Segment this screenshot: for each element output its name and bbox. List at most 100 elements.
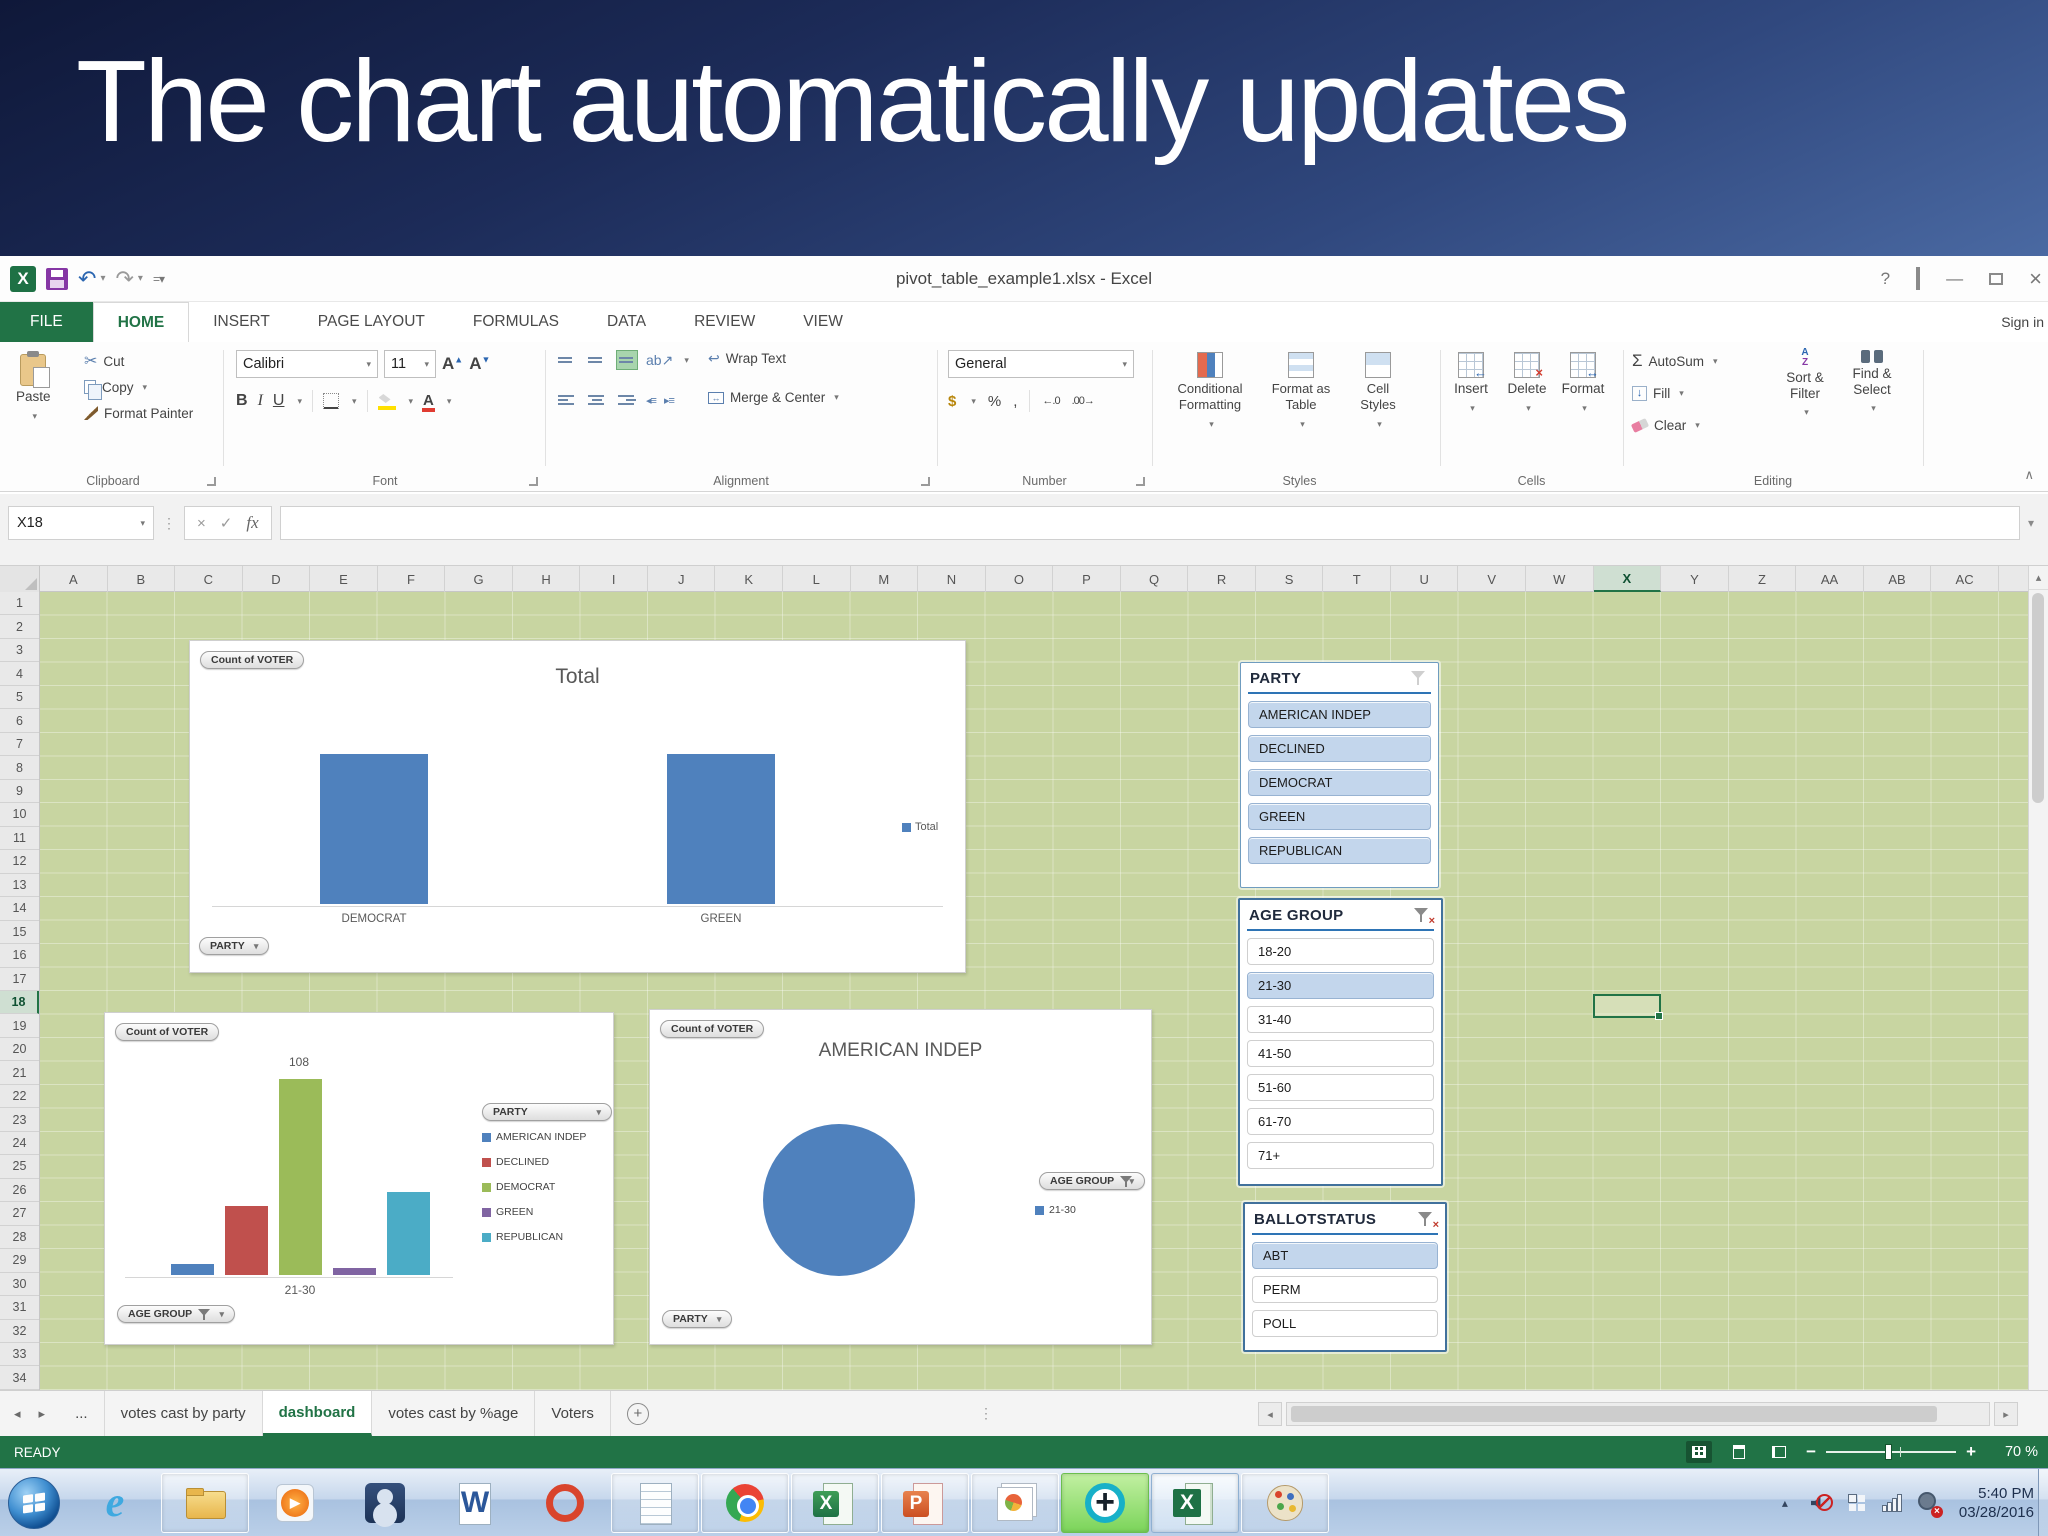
name-box-splitter[interactable]: ⋮ <box>162 515 176 532</box>
pivot-axis-button-party[interactable]: PARTY ▾ <box>662 1310 733 1328</box>
taskbar-paint[interactable] <box>1241 1472 1329 1533</box>
clipboard-dialog-launcher-icon[interactable] <box>207 477 216 486</box>
pivot-filter-button-age-group[interactable]: AGE GROUP ▾ <box>1039 1172 1145 1190</box>
increase-decimal-button[interactable]: ←.0 <box>1042 395 1060 407</box>
clear-filter-icon[interactable] <box>1411 671 1429 686</box>
taskbar-clock[interactable]: 5:40 PM 03/28/2016 <box>1959 1484 2034 1522</box>
merge-center-button[interactable]: ↔ Merge & Center ▾ <box>708 390 839 405</box>
worksheet-grid[interactable]: Count of VOTER Total DEMOCRAT GREEN Total… <box>40 592 2028 1390</box>
increase-font-size-button[interactable]: A▲ <box>442 354 463 374</box>
ribbon-tab-insert[interactable]: INSERT <box>189 302 294 342</box>
excel-logo-icon[interactable]: X <box>10 265 36 292</box>
pivot-axis-button-age-group[interactable]: AGE GROUP ▾ <box>117 1305 235 1323</box>
ribbon-tab-formulas[interactable]: FORMULAS <box>449 302 583 342</box>
cancel-icon[interactable]: × <box>197 515 206 532</box>
column-header-Z[interactable]: Z <box>1729 566 1797 592</box>
format-painter-button[interactable]: Format Painter <box>84 400 193 426</box>
column-header-G[interactable]: G <box>445 566 513 592</box>
conditional-formatting-button[interactable]: Conditional Formatting ▾ <box>1162 348 1258 492</box>
row-header-3[interactable]: 3 <box>0 639 39 663</box>
slicer-item-18-20[interactable]: 18-20 <box>1247 938 1434 965</box>
row-header-16[interactable]: 16 <box>0 944 39 968</box>
percent-style-button[interactable]: % <box>988 393 1001 410</box>
taskbar-capture-plus[interactable] <box>1061 1472 1149 1533</box>
alignment-dialog-launcher-icon[interactable] <box>921 477 930 486</box>
pivot-legend-button-party[interactable]: PARTY ▾ <box>482 1103 612 1121</box>
row-header-33[interactable]: 33 <box>0 1343 39 1367</box>
taskbar-photo-viewer[interactable] <box>971 1472 1059 1533</box>
pivot-field-button-count-of-voter[interactable]: Count of VOTER <box>660 1020 765 1038</box>
ribbon-tab-data[interactable]: DATA <box>583 302 670 342</box>
redo-icon[interactable]: ↷ <box>115 267 133 289</box>
column-header-K[interactable]: K <box>715 566 784 592</box>
chart-count-by-party[interactable]: Count of VOTER 108 21-30 PARTY ▾ AMERICAN… <box>104 1012 614 1345</box>
collapse-ribbon-icon[interactable]: ∧ <box>2024 467 2034 483</box>
row-header-34[interactable]: 34 <box>0 1366 39 1390</box>
paste-dropdown-icon[interactable]: ▾ <box>33 408 38 424</box>
row-header-18[interactable]: 18 <box>0 990 39 1015</box>
zoom-in-button[interactable]: + <box>1966 1442 1976 1462</box>
underline-button[interactable]: U <box>273 392 285 410</box>
row-header-6[interactable]: 6 <box>0 709 39 733</box>
paste-button[interactable]: Paste ▾ <box>12 350 55 428</box>
orientation-button[interactable]: ab↗ <box>646 352 673 369</box>
row-header-26[interactable]: 26 <box>0 1179 39 1203</box>
sheet-nav-next-icon[interactable]: ▸ <box>39 1406 46 1422</box>
zoom-out-button[interactable]: − <box>1806 1442 1816 1462</box>
row-header-12[interactable]: 12 <box>0 850 39 874</box>
slicer-item-democrat[interactable]: DEMOCRAT <box>1248 769 1431 796</box>
chart-american-indep-pie[interactable]: Count of VOTER AMERICAN INDEP AGE GROUP ▾… <box>649 1009 1152 1345</box>
slicer-item-american-indep[interactable]: AMERICAN INDEP <box>1248 701 1431 728</box>
clear-filter-icon[interactable]: × <box>1418 1212 1439 1231</box>
show-desktop-button[interactable] <box>2038 1469 2048 1536</box>
slicer-item-51-60[interactable]: 51-60 <box>1247 1074 1434 1101</box>
taskbar-media-center-red[interactable] <box>521 1473 609 1533</box>
row-header-1[interactable]: 1 <box>0 592 39 616</box>
taskbar-media-player[interactable] <box>251 1473 339 1533</box>
row-header-4[interactable]: 4 <box>0 662 39 686</box>
column-header-V[interactable]: V <box>1458 566 1527 592</box>
help-icon[interactable]: ? <box>1881 269 1890 289</box>
italic-button[interactable]: I <box>258 392 263 410</box>
selected-cell-X18[interactable] <box>1593 994 1663 1020</box>
zoom-slider-thumb[interactable] <box>1884 1444 1892 1460</box>
sheet-tab-votes-cast-by-age[interactable]: votes cast by %age <box>372 1391 536 1436</box>
sign-in-link[interactable]: Sign in <box>2001 302 2044 342</box>
slicer-item-perm[interactable]: PERM <box>1252 1276 1438 1303</box>
ribbon-tab-view[interactable]: VIEW <box>779 302 867 342</box>
column-header-P[interactable]: P <box>1053 566 1121 592</box>
slicer-item-green[interactable]: GREEN <box>1248 803 1431 830</box>
zoom-slider[interactable] <box>1826 1444 1957 1460</box>
clear-filter-icon[interactable]: × <box>1414 908 1435 927</box>
ribbon-tab-review[interactable]: REVIEW <box>670 302 779 342</box>
align-right-button[interactable] <box>616 390 638 410</box>
increase-indent-button[interactable]: ▸≡ <box>664 394 675 407</box>
slicer-item-31-40[interactable]: 31-40 <box>1247 1006 1434 1033</box>
column-header-X[interactable]: X <box>1593 566 1662 592</box>
row-header-13[interactable]: 13 <box>0 874 39 898</box>
row-header-2[interactable]: 2 <box>0 615 39 639</box>
decrease-font-size-button[interactable]: A▼ <box>469 354 490 374</box>
format-cells-button[interactable]: ↔ Format ▾ <box>1555 348 1611 492</box>
expand-formula-bar-icon[interactable]: ▾ <box>2028 516 2040 530</box>
wrap-text-button[interactable]: ↩ Wrap Text <box>708 350 786 367</box>
sort-filter-button[interactable]: AZ Sort & Filter ▾ <box>1776 348 1834 420</box>
bottom-align-button[interactable] <box>616 350 638 370</box>
save-icon[interactable] <box>46 267 68 290</box>
slicer-item-61-70[interactable]: 61-70 <box>1247 1108 1434 1135</box>
sheet-tab-dashboard[interactable]: dashboard <box>262 1391 373 1436</box>
undo-icon[interactable]: ↶ <box>78 267 96 289</box>
row-header-15[interactable]: 15 <box>0 921 39 945</box>
copy-button[interactable]: Copy ▾ <box>84 374 193 400</box>
new-sheet-icon[interactable]: + <box>626 1402 649 1425</box>
accounting-format-button[interactable]: $ <box>948 393 956 410</box>
row-header-29[interactable]: 29 <box>0 1249 39 1273</box>
vertical-scrollbar[interactable]: ▴ <box>2028 566 2048 1390</box>
page-layout-view-button[interactable] <box>1726 1441 1752 1463</box>
column-header-J[interactable]: J <box>648 566 716 592</box>
scroll-left-icon[interactable]: ◂ <box>1258 1402 1282 1426</box>
decrease-decimal-button[interactable]: .00→ <box>1072 395 1095 407</box>
number-dialog-launcher-icon[interactable] <box>1136 477 1145 486</box>
pivot-axis-button-party[interactable]: PARTY ▾ <box>199 937 270 955</box>
insert-cells-button[interactable]: ← Insert ▾ <box>1443 348 1499 492</box>
